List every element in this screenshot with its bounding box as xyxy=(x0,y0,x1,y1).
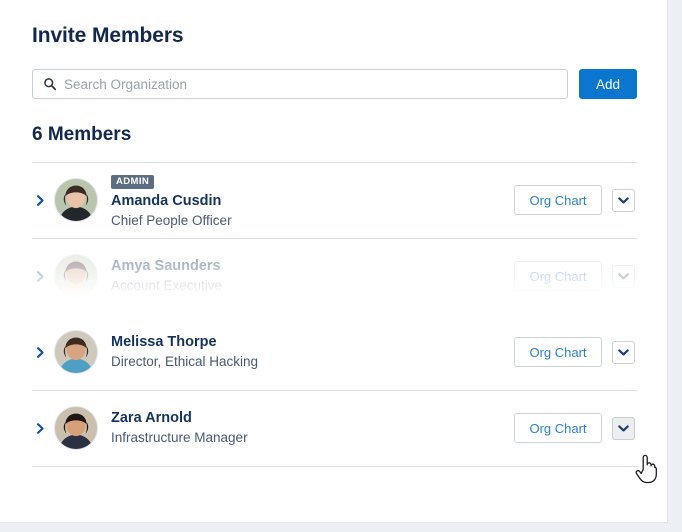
row-actions: Org Chart xyxy=(514,185,637,216)
member-name: Amya Saunders xyxy=(111,258,221,275)
chevron-down-icon[interactable] xyxy=(612,264,635,288)
search-icon xyxy=(43,77,57,91)
member-info: Zara Arnold Infrastructure Manager xyxy=(98,409,514,447)
member-job-title: Director, Ethical Hacking xyxy=(111,353,259,369)
member-name: Amanda Cusdin xyxy=(111,192,222,209)
member-info: Amya Saunders Account Executive xyxy=(98,257,514,295)
add-button[interactable]: Add xyxy=(579,69,637,100)
org-chart-button[interactable]: Org Chart xyxy=(514,337,602,368)
search-input[interactable] xyxy=(64,70,567,99)
member-job-title: Chief People Officer xyxy=(111,212,232,228)
member-info: ADMIN Amanda Cusdin Chief People Officer xyxy=(98,171,514,231)
row-actions: Org Chart xyxy=(514,413,637,444)
chevron-down-icon[interactable] xyxy=(612,188,635,212)
row-actions: Org Chart xyxy=(514,337,637,368)
members-count-heading: 6 Members xyxy=(32,124,132,146)
chevron-down-icon[interactable] xyxy=(612,340,635,364)
app-root: Invite Members Add 6 Members ADMIN Amanda… xyxy=(0,0,682,532)
member-row[interactable]: Melissa Thorpe Director, Ethical Hacking O… xyxy=(32,315,637,391)
search-row: Add xyxy=(32,69,637,100)
invite-members-panel: Invite Members Add 6 Members ADMIN Amanda… xyxy=(0,0,668,523)
row-actions: Org Chart xyxy=(514,261,637,292)
member-list: ADMIN Amanda Cusdin Chief People Officer Or… xyxy=(32,161,637,467)
avatar xyxy=(54,178,98,223)
member-info: Melissa Thorpe Director, Ethical Hacking xyxy=(98,333,514,371)
org-chart-button[interactable]: Org Chart xyxy=(514,185,602,216)
chevron-down-icon[interactable] xyxy=(612,416,635,440)
status-badge: ADMIN xyxy=(111,174,155,189)
avatar xyxy=(54,406,98,451)
member-row[interactable]: Amya Saunders Account Executive Org Chart xyxy=(32,239,637,315)
chevron-right-icon[interactable] xyxy=(32,344,48,360)
member-name: Melissa Thorpe xyxy=(111,334,217,351)
org-chart-button[interactable]: Org Chart xyxy=(514,413,602,444)
avatar xyxy=(54,330,98,375)
org-chart-button[interactable]: Org Chart xyxy=(514,261,602,292)
avatar xyxy=(54,254,98,299)
chevron-right-icon[interactable] xyxy=(32,420,48,436)
search-box[interactable] xyxy=(32,69,568,100)
chevron-right-icon[interactable] xyxy=(32,268,48,284)
member-job-title: Account Executive xyxy=(111,277,223,293)
member-row[interactable]: Zara Arnold Infrastructure Manager Org Cha… xyxy=(32,391,637,467)
member-row[interactable]: ADMIN Amanda Cusdin Chief People Officer Or… xyxy=(32,163,637,239)
panel-content: Invite Members Add 6 Members ADMIN Amanda… xyxy=(0,0,667,467)
member-name: Zara Arnold xyxy=(111,410,192,427)
chevron-right-icon[interactable] xyxy=(32,192,48,208)
page-title: Invite Members xyxy=(32,24,184,47)
member-job-title: Infrastructure Manager xyxy=(111,429,248,445)
